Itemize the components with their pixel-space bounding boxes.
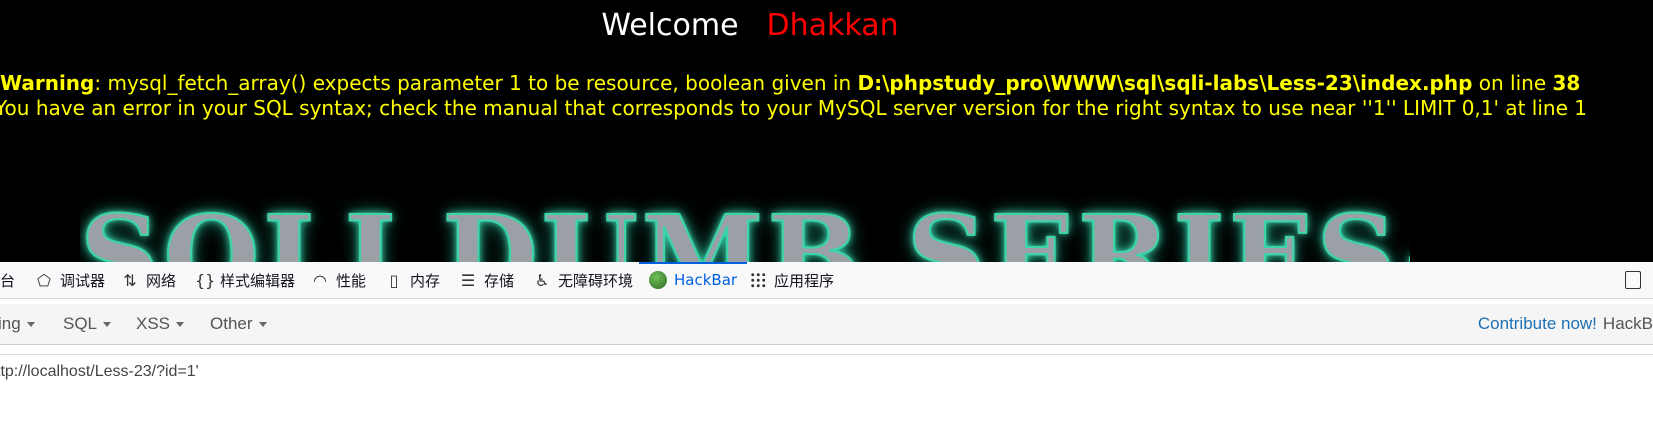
welcome-label: Welcome	[601, 8, 739, 43]
menu-label: XSS	[136, 314, 171, 333]
menu-xss[interactable]: XSS	[136, 304, 185, 344]
user-name: Dhakkan	[766, 8, 899, 43]
hackbar-icon	[649, 271, 667, 289]
php-warning: Warning: mysql_fetch_array() expects par…	[0, 71, 1580, 95]
welcome-line: Welcome Dhakkan	[0, 8, 1500, 43]
memory-icon: ▯	[389, 270, 399, 290]
tab-performance[interactable]: ◠ 性能	[311, 262, 366, 298]
url-value: ttp://localhost/Less-23/?id=1'	[0, 363, 199, 380]
menu-sql[interactable]: SQL	[63, 304, 112, 344]
tab-label: 应用程序	[774, 271, 835, 290]
chevron-down-icon	[258, 321, 267, 327]
tab-label: 存储	[484, 271, 515, 290]
tab-label: 无障碍环境	[558, 271, 634, 290]
tab-style-editor[interactable]: {} 样式编辑器	[195, 262, 295, 298]
tab-memory[interactable]: ▯ 内存	[385, 262, 440, 298]
warning-label: Warning	[0, 71, 95, 95]
tab-label: HackBar	[674, 271, 738, 289]
tab-accessibility[interactable]: ♿ 无障碍环境	[533, 262, 633, 298]
style-editor-icon: {}	[195, 270, 216, 290]
devtools-panel: 台 ⬠ 调试器 ⇅ 网络 {} 样式编辑器 ◠ 性能 ▯ 内存 ☰ 存储 ♿ 无障碍环境 Ha…	[0, 262, 1653, 431]
hackbar-menubar: ing SQL XSS Other Contribute now! HackB	[0, 304, 1653, 345]
performance-icon: ◠	[313, 270, 327, 290]
tab-network[interactable]: ⇅ 网络	[121, 262, 176, 298]
web-page: Welcome Dhakkan Warning: mysql_fetch_arra…	[0, 0, 1653, 275]
menu-label: ing	[0, 314, 21, 333]
tab-storage[interactable]: ☰ 存储	[459, 262, 514, 298]
warning-text: : mysql_fetch_array() expects parameter …	[94, 71, 858, 95]
menu-label: SQL	[63, 314, 98, 333]
chevron-down-icon	[103, 321, 112, 327]
tab-label: 性能	[336, 271, 367, 290]
devtools-tabbar: 台 ⬠ 调试器 ⇅ 网络 {} 样式编辑器 ◠ 性能 ▯ 内存 ☰ 存储 ♿ 无障碍环境 Ha…	[0, 262, 1653, 299]
contribute-link[interactable]: Contribute now!	[1478, 314, 1597, 334]
accessibility-icon: ♿	[534, 270, 550, 290]
sql-error: You have an error in your SQL syntax; ch…	[0, 96, 1587, 120]
url-textarea[interactable]: ttp://localhost/Less-23/?id=1'	[0, 354, 1653, 431]
hackbar-brand: HackB	[1602, 314, 1653, 333]
tab-label: 台	[0, 271, 16, 290]
tab-console[interactable]: 台	[0, 262, 15, 298]
tab-apps[interactable]: 应用程序	[750, 262, 834, 298]
warning-path: D:\phpstudy_pro\WWW\sql\sqli-labs\Less-2…	[857, 71, 1473, 95]
tab-label: 内存	[410, 271, 441, 290]
menu-label: Other	[210, 314, 253, 333]
tab-label: 网络	[146, 271, 177, 290]
contribute-area: Contribute now! HackB	[1478, 304, 1653, 344]
debugger-icon: ⬠	[37, 270, 51, 290]
menu-encoding[interactable]: ing	[0, 304, 35, 344]
tab-hackbar[interactable]: HackBar	[638, 262, 748, 298]
warning-line-number: 38	[1552, 71, 1581, 95]
menu-other[interactable]: Other	[210, 304, 267, 344]
storage-icon: ☰	[460, 270, 476, 290]
tab-debugger[interactable]: ⬠ 调试器	[35, 262, 105, 298]
apps-grid-icon	[750, 272, 766, 288]
tab-label: 样式编辑器	[220, 271, 296, 290]
network-icon: ⇅	[123, 270, 137, 290]
tab-label: 调试器	[60, 271, 106, 290]
split-console-icon[interactable]	[1625, 271, 1641, 289]
warning-on-line: on line	[1472, 71, 1553, 95]
chevron-down-icon	[26, 321, 35, 327]
chevron-down-icon	[176, 321, 185, 327]
